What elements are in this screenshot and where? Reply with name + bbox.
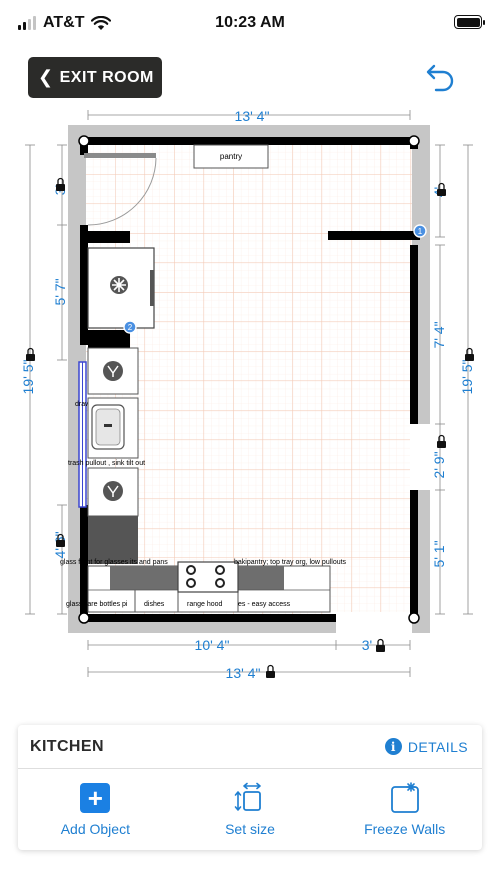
dim-bottom-total: 13' 4"	[226, 665, 261, 681]
easy-access-label: es - easy access	[238, 601, 291, 608]
lock-icon	[437, 182, 446, 196]
range-object[interactable]	[177, 561, 239, 593]
lock-icon	[56, 177, 65, 191]
bottom-opening	[336, 612, 412, 633]
status-time: 10:23 AM	[215, 14, 285, 31]
fridge-handle	[150, 270, 154, 306]
set-size-button[interactable]: Set size	[173, 769, 328, 849]
floor-plan[interactable]: pantry drawer, draw to right trash pullo…	[0, 100, 500, 700]
glass-front-label: glass front for glasses its and pans	[60, 559, 168, 566]
pantry-label: pantry	[220, 152, 242, 161]
dim-top: 13' 4"	[235, 108, 270, 124]
battery-icon	[454, 15, 485, 29]
room-panel-header: KITCHEN i DETAILS	[18, 725, 482, 769]
dim-right-total: 19' 5"	[459, 360, 475, 395]
freeze-walls-icon	[390, 781, 419, 813]
dishes-label: dishes	[144, 601, 165, 608]
dishwasher-icon	[103, 361, 123, 381]
bakipantry-label: bakipantry; top tray org, low pullouts	[234, 559, 347, 566]
freeze-walls-button[interactable]: Freeze Walls	[327, 769, 482, 849]
lock-icon	[376, 638, 385, 652]
right-opening	[410, 424, 430, 490]
undo-icon[interactable]	[424, 60, 458, 94]
set-size-label: Set size	[225, 820, 275, 837]
counter-dark-left	[110, 566, 180, 590]
lock-icon	[266, 664, 275, 678]
freeze-walls-label: Freeze Walls	[364, 820, 446, 837]
dim-right-middle: 2' 9"	[431, 451, 447, 478]
lock-icon	[437, 434, 446, 448]
range-hood-label: range hood	[187, 601, 223, 608]
dim-left-total: 19' 5"	[20, 360, 36, 395]
chevron-left-icon: ❮	[38, 67, 54, 87]
lock-icon	[465, 347, 474, 361]
add-object-label: Add Object	[60, 820, 130, 837]
lock-icon	[26, 347, 35, 361]
snowflake-icon	[110, 276, 128, 294]
dishwasher-2-icon	[103, 481, 123, 501]
resize-icon	[234, 782, 261, 811]
door	[84, 153, 156, 158]
info-icon: i	[384, 738, 402, 755]
room-name: KITCHEN	[30, 737, 104, 755]
dim-right-upper: 7' 4"	[431, 321, 447, 348]
plus-icon: +	[80, 782, 111, 813]
add-object-button[interactable]: + Add Object	[18, 769, 173, 849]
details-button[interactable]: i DETAILS	[384, 738, 468, 755]
details-label: DETAILS	[407, 738, 468, 755]
dim-left-upper: 5' 7"	[52, 278, 68, 305]
dim-bottom-left: 10' 4"	[195, 637, 230, 653]
room-actions: + Add Object Set size Freeze Walls	[18, 769, 482, 849]
trash-label: trash pullout , sink tilt out	[68, 460, 145, 467]
exit-room-label: EXIT ROOM	[59, 68, 154, 86]
status-bar: AT&T 10:23 AM	[0, 0, 500, 46]
dim-right-lower: 5' 1"	[431, 540, 447, 567]
dim-bottom-right: 3'	[362, 637, 372, 653]
corner-cabinet[interactable]	[88, 516, 138, 564]
floor-plan-canvas[interactable]: pantry drawer, draw to right trash pullo…	[0, 100, 500, 700]
exit-room-button[interactable]: ❮ EXIT ROOM	[28, 57, 162, 98]
glassware-label: glassware bottles pi	[66, 601, 128, 608]
marker-2-label: 2	[128, 323, 133, 332]
counter-dark-right	[238, 566, 284, 590]
room-panel: KITCHEN i DETAILS + Add Object Set size	[18, 725, 482, 850]
marker-1-label: 1	[418, 227, 423, 236]
